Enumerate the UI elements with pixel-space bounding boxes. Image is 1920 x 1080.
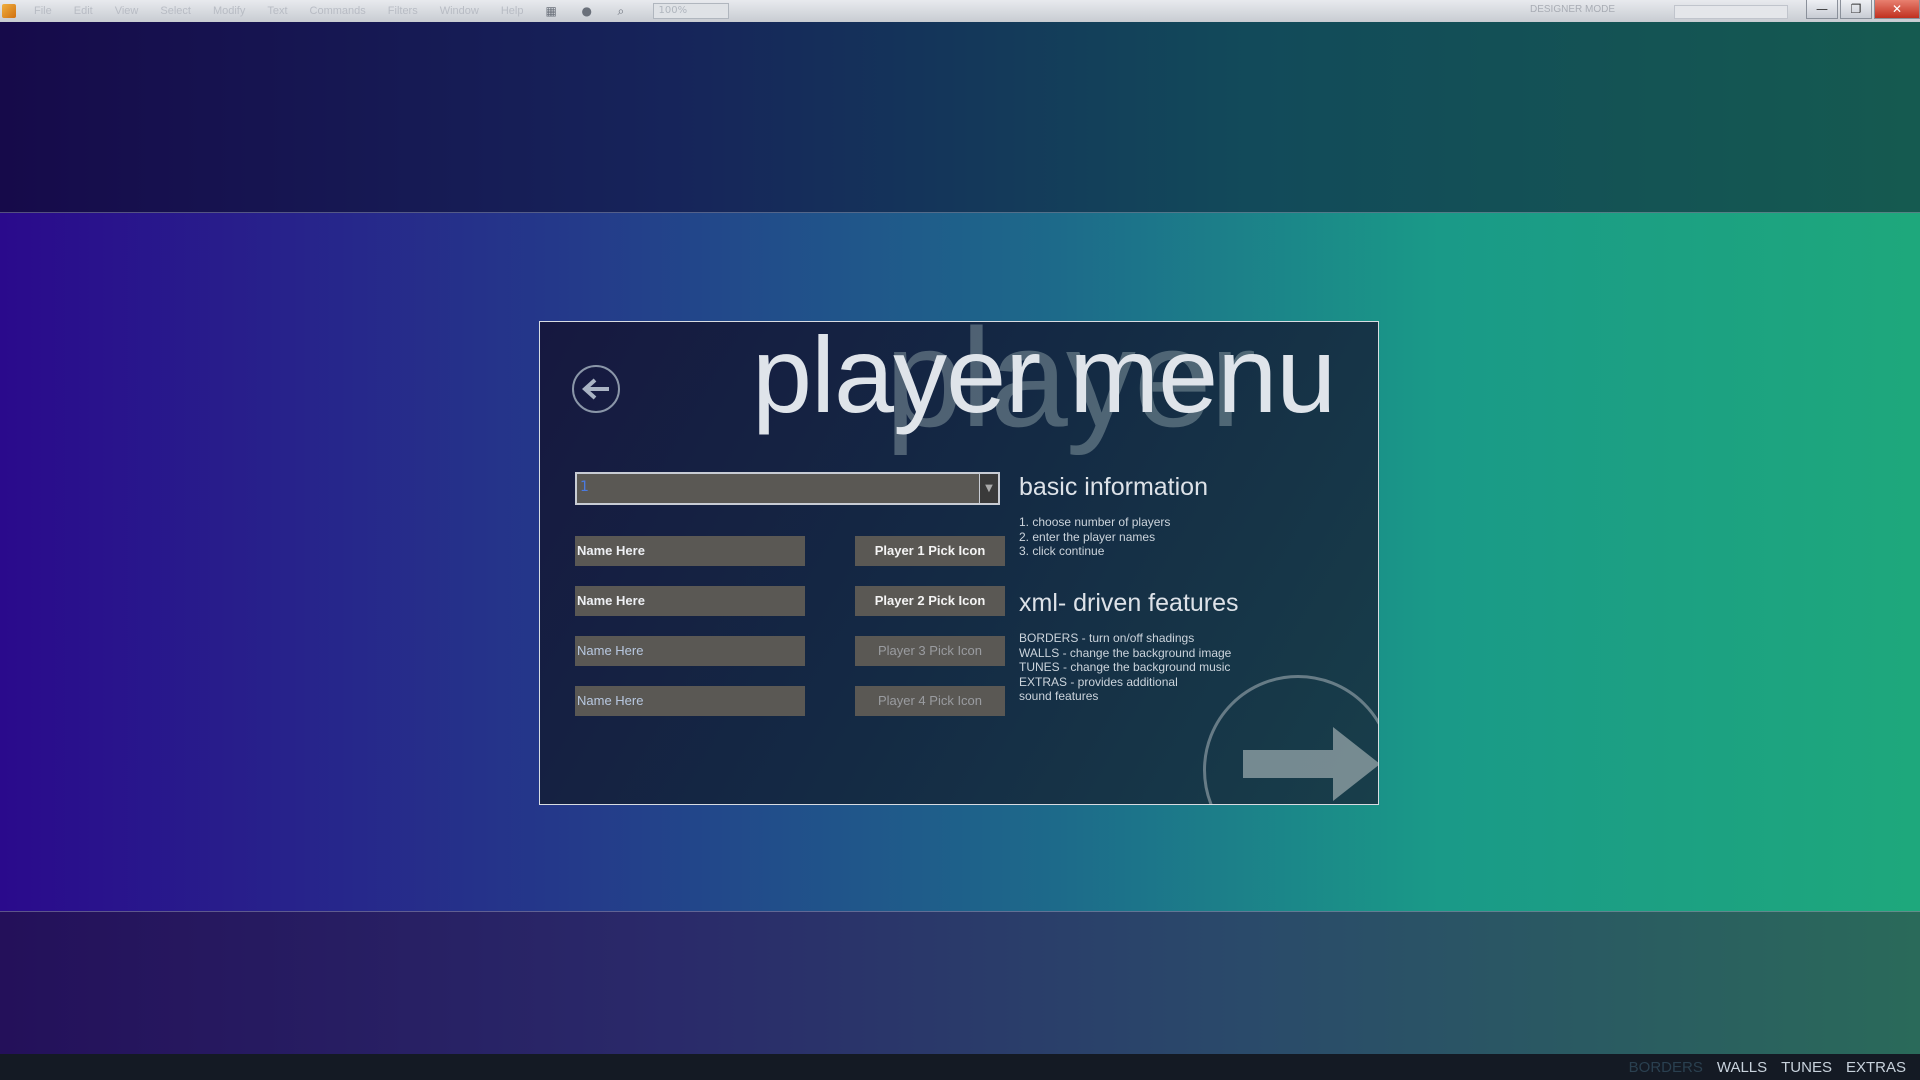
menu-edit[interactable]: Edit bbox=[74, 5, 93, 17]
step-3-text: 3. click continue bbox=[1019, 544, 1105, 558]
menu-select[interactable]: Select bbox=[160, 5, 191, 17]
menu-help[interactable]: Help bbox=[501, 5, 524, 17]
window-controls: — ❐ ✕ bbox=[1804, 0, 1920, 20]
nav-tunes[interactable]: TUNES bbox=[1781, 1059, 1832, 1076]
player3-name-input[interactable]: Name Here bbox=[575, 636, 805, 666]
player4-name-input[interactable]: Name Here bbox=[575, 686, 805, 716]
feature-extras-cont-text: sound features bbox=[1019, 689, 1099, 703]
xml-features-list: BORDERS - turn on/off shadings WALLS - c… bbox=[1019, 631, 1231, 704]
bottom-band bbox=[0, 911, 1920, 1055]
back-button[interactable] bbox=[572, 365, 620, 413]
close-button[interactable]: ✕ bbox=[1874, 0, 1920, 19]
bottom-nav-bar: BORDERS WALLS TUNES EXTRAS bbox=[0, 1054, 1920, 1080]
player3-pick-icon-button[interactable]: Player 3 Pick Icon bbox=[855, 636, 1005, 666]
zoom-icon[interactable]: ⌕ bbox=[617, 5, 631, 17]
basic-info-heading: basic information bbox=[1019, 473, 1208, 501]
page-title: player menu bbox=[752, 321, 1336, 435]
feature-extras-text: EXTRAS - provides additional bbox=[1019, 674, 1178, 689]
restore-button[interactable]: ❐ bbox=[1840, 0, 1872, 19]
feature-borders-text: BORDERS - turn on/off shadings bbox=[1019, 631, 1195, 645]
arrow-right-icon[interactable] bbox=[1243, 722, 1379, 802]
gear-icon[interactable]: ● bbox=[581, 5, 595, 17]
search-input[interactable] bbox=[1674, 5, 1788, 19]
menu-window[interactable]: Window bbox=[440, 5, 479, 17]
player-menu-dialog: player player menu 1 ▼ Name Here Name He… bbox=[539, 321, 1379, 805]
nav-extras[interactable]: EXTRAS bbox=[1846, 1059, 1906, 1076]
player-count-value: 1 bbox=[580, 479, 589, 495]
player4-pick-icon-button[interactable]: Player 4 Pick Icon bbox=[855, 686, 1005, 716]
feature-tunes-text: TUNES - change the background music bbox=[1019, 660, 1231, 674]
player2-name-input[interactable]: Name Here bbox=[575, 586, 805, 616]
step-2-text: 2. enter the player names bbox=[1019, 529, 1156, 544]
menu-file[interactable]: File bbox=[34, 5, 52, 17]
layout-icon[interactable]: ▦ bbox=[545, 5, 559, 17]
menu-view[interactable]: View bbox=[115, 5, 139, 17]
menu-commands[interactable]: Commands bbox=[310, 5, 366, 17]
menu-filters[interactable]: Filters bbox=[388, 5, 418, 17]
minimize-button[interactable]: — bbox=[1806, 0, 1838, 19]
nav-borders[interactable]: BORDERS bbox=[1629, 1059, 1703, 1076]
player1-pick-icon-button[interactable]: Player 1 Pick Icon bbox=[855, 536, 1005, 566]
player-count-select[interactable]: 1 ▼ bbox=[575, 472, 1000, 505]
app-logo-icon bbox=[2, 4, 16, 18]
zoom-select[interactable]: 100% bbox=[653, 3, 730, 19]
chevron-down-icon[interactable]: ▼ bbox=[979, 474, 998, 503]
top-band bbox=[0, 22, 1920, 213]
menu-text[interactable]: Text bbox=[267, 5, 287, 17]
step-1-text: 1. choose number of players bbox=[1019, 515, 1171, 529]
arrow-left-icon bbox=[582, 378, 609, 400]
xml-features-heading: xml- driven features bbox=[1019, 589, 1239, 617]
workspace-switcher[interactable]: DESIGNER MODE bbox=[1530, 4, 1615, 15]
basic-info-steps: 1. choose number of players 2. enter the… bbox=[1019, 515, 1170, 559]
menu-modify[interactable]: Modify bbox=[213, 5, 245, 17]
player2-pick-icon-button[interactable]: Player 2 Pick Icon bbox=[855, 586, 1005, 616]
nav-walls[interactable]: WALLS bbox=[1717, 1059, 1767, 1076]
feature-walls-text: WALLS - change the background image bbox=[1019, 645, 1232, 660]
app-menu-bar: File Edit View Select Modify Text Comman… bbox=[0, 0, 1920, 23]
player1-name-input[interactable]: Name Here bbox=[575, 536, 805, 566]
